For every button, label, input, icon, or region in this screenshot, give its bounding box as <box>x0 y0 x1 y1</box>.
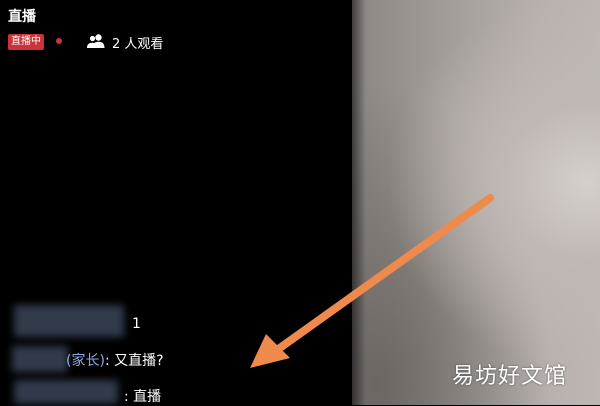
chat-username-blur <box>14 380 118 404</box>
live-indicator-dot <box>56 38 62 44</box>
chat-message: 1 <box>132 316 141 332</box>
live-status-badge: 直播中 <box>8 34 44 50</box>
chat-username-blur <box>12 346 68 372</box>
chat-message: : 直播 <box>124 389 162 405</box>
page-title: 直播 <box>8 9 36 25</box>
chat-message: (家长): 又直播? <box>66 350 164 370</box>
camera-preview <box>352 0 600 405</box>
live-stream-panel <box>0 0 352 405</box>
viewer-count: 2 人观看 <box>112 37 164 52</box>
watermark: 易坊好文馆 <box>452 364 568 389</box>
chat-message-text: : 又直播? <box>104 353 164 369</box>
chat-avatar-blur <box>14 305 124 337</box>
chat-username: (家长) <box>66 353 105 369</box>
users-icon <box>87 34 105 48</box>
